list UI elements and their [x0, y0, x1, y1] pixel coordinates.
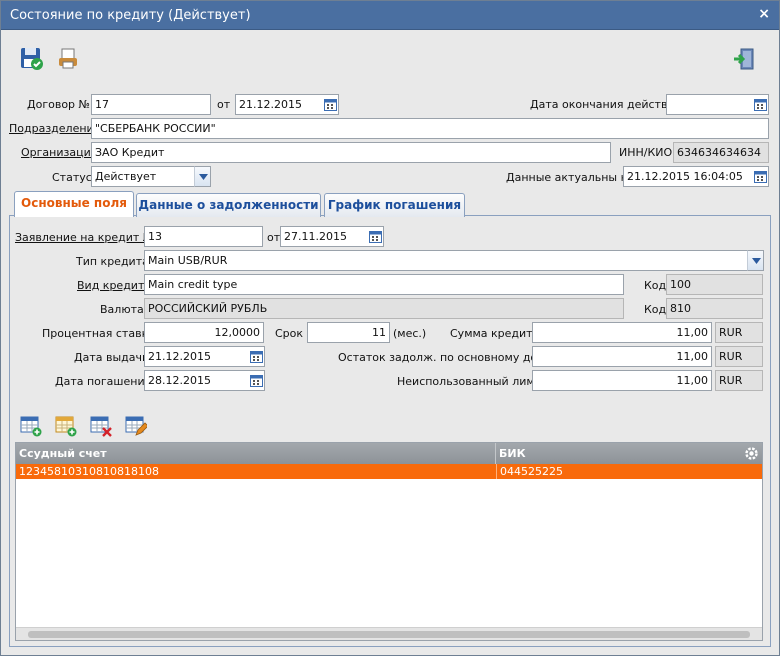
credit-type-select[interactable]: Main USB/RUR: [144, 250, 748, 271]
title-bar: Состояние по кредиту (Действует) ×: [1, 1, 779, 30]
currency-label: Валюта: [100, 303, 144, 316]
exit-icon[interactable]: [732, 47, 758, 73]
application-date-field[interactable]: 27.11.2015: [280, 226, 368, 247]
account-cell: 12345810310810818108: [19, 465, 159, 478]
tab-main-fields[interactable]: Основные поля: [14, 191, 134, 217]
calendar-icon[interactable]: [248, 370, 265, 391]
currency-field: РОССИЙСКИЙ РУБЛЬ: [144, 298, 624, 319]
unused-limit-field[interactable]: 11,00: [532, 370, 712, 391]
division-field[interactable]: "СБЕРБАНК РОССИИ": [91, 118, 769, 139]
contract-label: Договор №: [27, 98, 90, 111]
end-date-label: Дата окончания действия: [530, 98, 682, 111]
amount-label: Сумма кредита: [450, 327, 540, 340]
kind-code-field: 100: [666, 274, 763, 295]
debt-currency: RUR: [715, 346, 763, 367]
table-row[interactable]: 12345810310810818108 044525225: [16, 464, 762, 479]
credit-kind-field[interactable]: Main credit type: [144, 274, 624, 295]
amount-field[interactable]: 11,00: [532, 322, 712, 343]
calendar-icon[interactable]: [752, 166, 769, 187]
print-icon[interactable]: [56, 47, 82, 73]
credit-status-window: Состояние по кредиту (Действует) × Догов…: [0, 0, 780, 656]
application-from-label: от: [267, 231, 281, 244]
inn-label: ИНН/КИО: [619, 146, 673, 159]
gear-icon[interactable]: [743, 445, 760, 462]
save-icon[interactable]: [20, 47, 46, 73]
window-title: Состояние по кредиту (Действует): [10, 8, 251, 23]
copy-row-icon[interactable]: [55, 415, 81, 441]
inn-field: 634634634634: [673, 142, 769, 163]
calendar-icon[interactable]: [322, 94, 339, 115]
status-select[interactable]: Действует: [91, 166, 195, 187]
debt-field[interactable]: 11,00: [532, 346, 712, 367]
calendar-icon[interactable]: [367, 226, 384, 247]
credit-kind-link[interactable]: Вид кредита: [77, 279, 151, 292]
currency-code-label: Код: [644, 303, 667, 316]
grid-header: Ссудный счет БИК: [16, 443, 762, 464]
term-unit-label: (мес.): [393, 327, 427, 340]
contract-from-label: от: [217, 98, 231, 111]
calendar-icon[interactable]: [248, 346, 265, 367]
add-row-icon[interactable]: [20, 415, 46, 441]
division-link[interactable]: Подразделение: [9, 122, 100, 135]
organization-link[interactable]: Организация: [21, 146, 97, 159]
application-number-field[interactable]: 13: [144, 226, 263, 247]
credit-type-label: Тип кредита: [76, 255, 149, 268]
term-label: Срок: [275, 327, 304, 340]
actual-label: Данные актуальны на: [506, 171, 635, 184]
unused-limit-currency: RUR: [715, 370, 763, 391]
repay-date-label: Дата погашения: [55, 375, 152, 388]
tab-repayment-schedule[interactable]: График погашения: [324, 193, 465, 217]
issue-date-label: Дата выдачи: [74, 351, 150, 364]
scrollbar-thumb[interactable]: [28, 631, 750, 638]
term-field[interactable]: 11: [307, 322, 390, 343]
organization-field[interactable]: ЗАО Кредит: [91, 142, 611, 163]
rate-label: Процентная ставка: [42, 327, 155, 340]
currency-code-field: 810: [666, 298, 763, 319]
tab-debt-data[interactable]: Данные о задолженности: [136, 193, 321, 217]
bik-cell: 044525225: [496, 464, 760, 479]
contract-date-field[interactable]: 21.12.2015: [235, 94, 323, 115]
repay-date-field[interactable]: 28.12.2015: [144, 370, 249, 391]
edit-row-icon[interactable]: [125, 415, 151, 441]
chevron-down-icon[interactable]: [194, 166, 211, 187]
amount-currency: RUR: [715, 322, 763, 343]
accounts-grid: Ссудный счет БИК 12345810310810818108 04…: [15, 442, 763, 641]
application-link[interactable]: Заявление на кредит №: [15, 231, 154, 244]
close-icon[interactable]: ×: [758, 6, 770, 22]
rate-field[interactable]: 12,0000: [144, 322, 264, 343]
horizontal-scrollbar[interactable]: [16, 627, 762, 640]
issue-date-field[interactable]: 21.12.2015: [144, 346, 249, 367]
chevron-down-icon[interactable]: [747, 250, 764, 271]
calendar-icon[interactable]: [752, 94, 769, 115]
contract-number-field[interactable]: 17: [91, 94, 211, 115]
delete-row-icon[interactable]: [90, 415, 116, 441]
actual-date-field[interactable]: 21.12.2015 16:04:05: [623, 166, 753, 187]
kind-code-label: Код: [644, 279, 667, 292]
debt-label: Остаток задолж. по основному долгу: [338, 351, 557, 364]
column-header-bik[interactable]: БИК: [496, 443, 742, 464]
end-date-field[interactable]: [666, 94, 753, 115]
unused-limit-label: Неиспользованный лимит: [397, 375, 549, 388]
column-header-account[interactable]: Ссудный счет: [16, 443, 496, 464]
status-label: Статус: [52, 171, 92, 184]
